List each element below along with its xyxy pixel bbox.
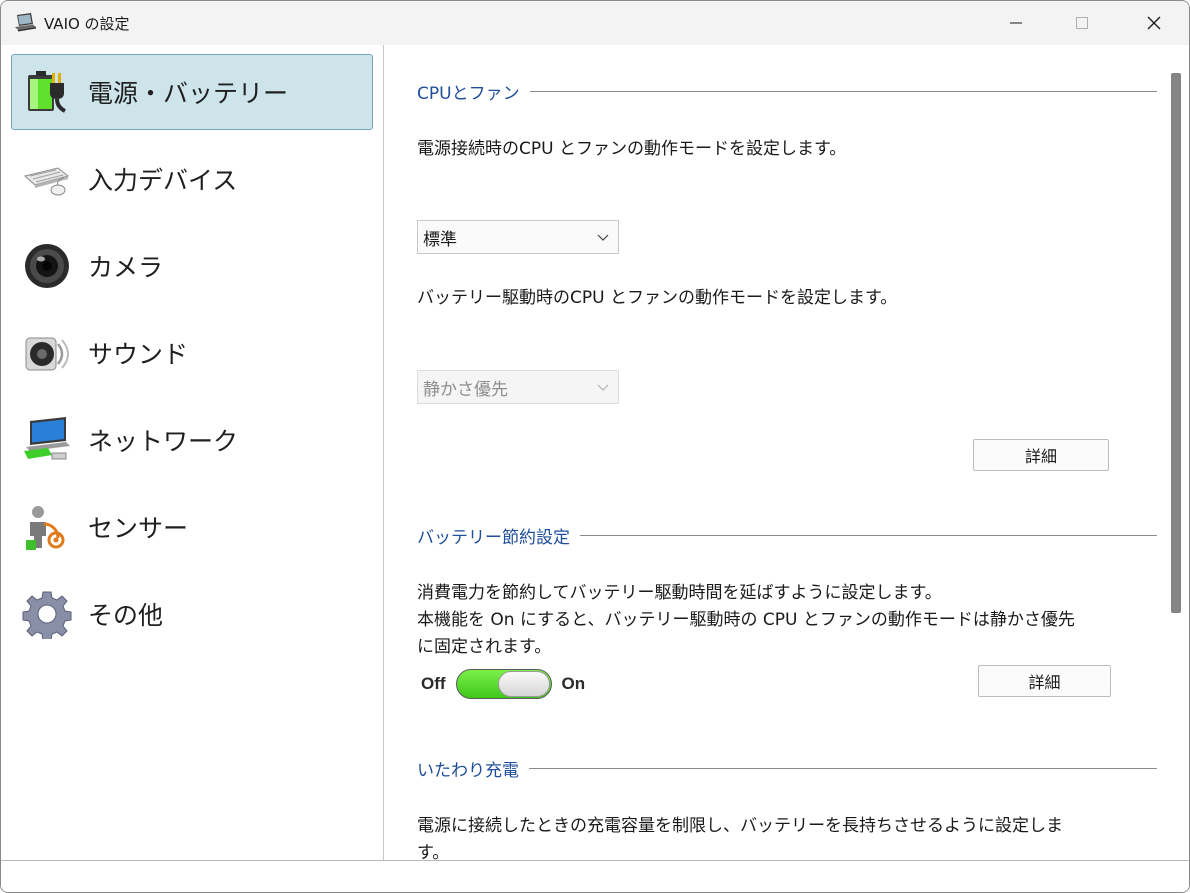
care-charge-description-1: 電源に接続したときの充電容量を制限し、バッテリーを長持ちさせるように設定しま <box>417 816 1063 836</box>
sidebar-item-label: ネットワーク <box>88 427 239 456</box>
ac-mode-dropdown[interactable]: 標準 <box>417 220 619 254</box>
close-icon <box>1147 16 1161 30</box>
section-title: いたわり充電 <box>417 760 519 781</box>
status-bar <box>1 860 1189 892</box>
section-title: CPUとファン <box>417 83 520 104</box>
keyboard-mouse-icon <box>23 167 70 196</box>
sidebar-item-label: 電源・バッテリー <box>88 79 289 108</box>
section-divider <box>529 767 1157 769</box>
battery-saver-details-button[interactable]: 詳細 <box>978 665 1111 697</box>
chevron-down-icon <box>597 384 609 391</box>
minimize-icon <box>1010 22 1022 24</box>
battery-saver-toggle-group: Off On <box>421 667 585 701</box>
battery-mode-value: 静かさ優先 <box>423 379 508 400</box>
care-charge-description-2: す。 <box>417 843 450 860</box>
battery-plug-icon <box>28 71 66 113</box>
close-button[interactable] <box>1131 1 1177 45</box>
sidebar-item-label: カメラ <box>88 253 164 282</box>
sidebar-item-camera[interactable]: カメラ <box>11 228 373 304</box>
ac-mode-description: 電源接続時のCPU とファンの動作モードを設定します。 <box>417 139 847 159</box>
camera-lens-icon <box>25 244 69 288</box>
sidebar-item-input-devices[interactable]: 入力デバイス <box>11 141 373 217</box>
cpu-fan-details-button[interactable]: 詳細 <box>973 439 1109 471</box>
scrollbar-thumb[interactable] <box>1171 73 1181 613</box>
battery-saver-description-2: 本機能を On にすると、バッテリー駆動時の CPU とファンの動作モードは静か… <box>417 610 1075 630</box>
network-laptop-icon <box>24 417 70 460</box>
battery-saver-toggle[interactable] <box>455 669 552 699</box>
section-header-cpu-fan: CPUとファン <box>417 81 1157 104</box>
content-scrollbar[interactable] <box>1164 45 1189 860</box>
maximize-icon <box>1076 17 1088 29</box>
section-title: バッテリー節約設定 <box>417 527 570 548</box>
battery-saver-description-1: 消費電力を節約してバッテリー駆動時間を延ばすように設定します。 <box>417 583 942 603</box>
sidebar: 電源・バッテリー 入力デバイス カメラ サウンド ネットワーク センサー その他 <box>1 45 384 860</box>
sidebar-item-label: センサー <box>88 514 189 543</box>
sidebar-item-label: その他 <box>88 601 164 630</box>
sidebar-item-label: 入力デバイス <box>88 166 238 195</box>
window-title: VAIO の設定 <box>44 15 130 33</box>
settings-content: CPUとファン 電源接続時のCPU とファンの動作モードを設定します。 標準 バ… <box>384 45 1164 860</box>
battery-saver-description-3: に固定されます。 <box>417 637 552 657</box>
sidebar-item-network[interactable]: ネットワーク <box>11 402 373 478</box>
toggle-off-label: Off <box>421 674 446 693</box>
sidebar-item-other[interactable]: その他 <box>11 576 373 652</box>
battery-mode-dropdown[interactable]: 静かさ優先 <box>417 370 619 404</box>
section-header-battery-saver: バッテリー節約設定 <box>417 525 1157 548</box>
sidebar-item-sensor[interactable]: センサー <box>11 489 373 565</box>
title-bar: VAIO の設定 <box>1 1 1189 45</box>
sensor-person-icon <box>26 506 65 550</box>
section-divider <box>529 90 1157 92</box>
minimize-button[interactable] <box>993 1 1039 45</box>
gear-icon <box>22 591 72 639</box>
section-header-care-charge: いたわり充電 <box>417 758 1157 781</box>
speaker-icon <box>25 337 69 371</box>
ac-mode-value: 標準 <box>423 229 457 250</box>
sidebar-item-sound[interactable]: サウンド <box>11 315 373 391</box>
settings-window: VAIO の設定 電源・バッテリー 入力デバイス カメラ サウンド ネットワーク… <box>0 0 1190 893</box>
chevron-down-icon <box>597 234 609 241</box>
sidebar-item-power-battery[interactable]: 電源・バッテリー <box>11 54 373 130</box>
battery-mode-description: バッテリー駆動時のCPU とファンの動作モードを設定します。 <box>417 288 898 308</box>
sidebar-item-label: サウンド <box>88 340 189 369</box>
maximize-button[interactable] <box>1059 1 1105 45</box>
toggle-knob[interactable] <box>497 671 550 697</box>
toggle-on-label: On <box>561 674 586 693</box>
vaio-laptop-icon <box>15 13 36 32</box>
section-divider <box>580 534 1157 536</box>
